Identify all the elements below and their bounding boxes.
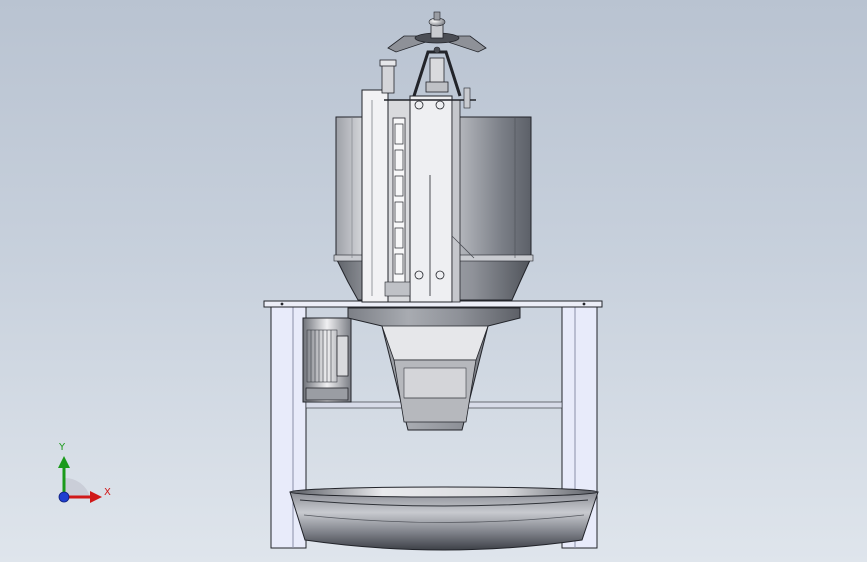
top-rotor-blades xyxy=(387,11,487,54)
coordinate-triad xyxy=(58,456,102,503)
feed-column xyxy=(361,87,476,303)
motor xyxy=(302,317,352,403)
cad-viewport[interactable]: Y X xyxy=(0,0,867,562)
top-bracket xyxy=(412,50,462,97)
collection-bowl xyxy=(289,486,599,551)
triad-x-label: X xyxy=(104,487,111,498)
feed-pipe xyxy=(379,59,397,94)
triad-y-label: Y xyxy=(59,442,66,453)
discharge-hopper xyxy=(347,307,521,431)
machine-model-icon xyxy=(58,11,603,551)
